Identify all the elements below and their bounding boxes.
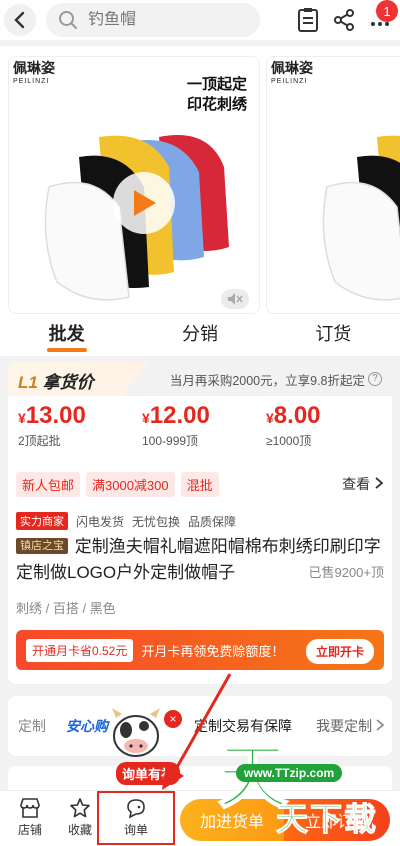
clipboard-icon	[298, 8, 318, 32]
customize-link-label: 我要定制	[316, 718, 373, 734]
purchase-mode-tabs: 批发 分销 订货	[0, 316, 400, 356]
price-value: 12.00	[149, 402, 210, 429]
clipboard-button[interactable]	[294, 6, 322, 34]
service-item: 闪电发货	[76, 514, 125, 529]
price-range: 2顶起批	[18, 434, 61, 448]
shop-button[interactable]: 店铺	[8, 797, 52, 838]
brand-logo: 佩琳姿 PEILINZI	[271, 61, 313, 89]
price-tier: ¥12.00 100-999顶	[142, 402, 210, 449]
promo-tags: 新人包邮 满3000减300 混批	[16, 472, 219, 497]
product-image-carousel[interactable]: 佩琳姿 PEILINZI 一顶起定 印花刺绣 佩琳姿 PEILINZI	[0, 46, 400, 318]
chevron-left-icon	[14, 11, 25, 29]
product-hats-image	[322, 135, 400, 301]
tier-level-code: L1	[18, 373, 38, 392]
price-tier: ¥8.00 ≥1000顶	[266, 402, 321, 449]
service-badges: 实力商家 闪电发货 无忧包换 品质保障	[16, 512, 236, 530]
sold-count: 已售9200+顶	[308, 565, 384, 580]
currency-symbol: ¥	[18, 410, 26, 426]
brand-name-en: PEILINZI	[271, 78, 308, 85]
promo-line-2: 印花刺绣	[186, 96, 247, 113]
price-tier: ¥13.00 2顶起批	[18, 402, 86, 449]
search-icon	[59, 11, 77, 29]
tab-wholesale[interactable]: 批发	[0, 316, 133, 356]
help-icon[interactable]: ?	[368, 372, 382, 386]
carousel-slide[interactable]: 佩琳姿 PEILINZI 一顶起定 印花刺绣	[8, 56, 260, 314]
service-item: 品质保障	[188, 514, 237, 529]
notification-badge: 1	[376, 0, 398, 22]
search-box[interactable]	[46, 3, 260, 37]
customize-link[interactable]: 我要定制	[316, 716, 385, 736]
price-amount: ¥13.00	[18, 402, 86, 430]
tab-order[interactable]: 订货	[267, 316, 400, 356]
tier-header: L1 拿货价 当月再采购2000元，立享9.8折起定 ?	[8, 362, 392, 396]
merchant-badge: 实力商家	[16, 512, 68, 530]
mute-button[interactable]	[221, 289, 249, 309]
currency-symbol: ¥	[142, 410, 150, 426]
chevron-right-icon	[376, 719, 385, 731]
view-more-link[interactable]: 查看	[342, 474, 384, 494]
product-attributes: 刺绣 / 百搭 / 黑色	[16, 601, 116, 616]
promo-tag: 混批	[180, 472, 219, 497]
play-video-button[interactable]	[113, 172, 175, 234]
open-card-button[interactable]: 立即开卡	[305, 639, 374, 664]
customize-label: 定制	[18, 718, 46, 734]
price-amount: ¥8.00	[266, 402, 321, 430]
promo-tag: 满3000减300	[86, 472, 175, 497]
store-icon	[20, 798, 40, 818]
tier-promo-text: 当月再采购2000元，立享9.8折起定	[169, 373, 365, 388]
back-button[interactable]	[4, 4, 36, 36]
watermark-text: 天下载	[275, 801, 379, 838]
promo-line-1: 一顶起定	[186, 76, 247, 93]
tier-promo[interactable]: 当月再采购2000元，立享9.8折起定 ?	[122, 362, 392, 396]
member-card-banner[interactable]: 开通月卡省0.52元 开月卡再领免费赊额度！ 立即开卡	[16, 630, 384, 670]
price-tiers: ¥13.00 2顶起批 ¥12.00 100-999顶 ¥8.00 ≥1000顶	[8, 396, 392, 454]
watermark-url: www.TTzip.com	[236, 764, 343, 782]
member-chip: 开通月卡省0.52元	[26, 638, 134, 662]
star-icon	[70, 798, 90, 818]
search-input[interactable]	[88, 11, 238, 29]
tier-level: L1 拿货价	[18, 368, 94, 393]
service-item: 无忧包换	[132, 514, 181, 529]
view-more-label: 查看	[342, 476, 371, 492]
inquiry-label: 询单	[123, 823, 148, 837]
price-value: 13.00	[25, 402, 86, 429]
currency-symbol: ¥	[266, 410, 274, 426]
price-range: 100-999顶	[142, 434, 199, 448]
chevron-right-icon	[375, 477, 384, 489]
shop-label: 店铺	[17, 823, 42, 837]
brand-name-cn: 佩琳姿	[271, 60, 313, 76]
brand-name-en: PEILINZI	[13, 78, 50, 85]
carousel-slide[interactable]: 佩琳姿 PEILINZI	[266, 56, 400, 314]
chat-bubble-icon	[127, 799, 145, 819]
favorite-label: 收藏	[67, 823, 92, 837]
member-text: 开月卡再领免费赊额度！	[141, 643, 285, 659]
mute-icon	[228, 293, 243, 305]
favorite-button[interactable]: 收藏	[58, 797, 102, 838]
share-icon	[334, 9, 354, 31]
promo-tag: 新人包邮	[16, 472, 81, 497]
share-button[interactable]	[330, 6, 358, 34]
secure-purchase-logo: 安心购	[66, 718, 108, 734]
tier-level-label: 拿货价	[42, 373, 94, 392]
top-bar: 1	[0, 0, 400, 40]
price-value: 8.00	[273, 402, 321, 429]
inquiry-button[interactable]: 询单	[114, 797, 158, 838]
tab-distribution[interactable]: 分销	[133, 316, 266, 356]
price-amount: ¥12.00	[142, 402, 210, 430]
promo-title: 一顶起定 印花刺绣	[187, 75, 247, 115]
brand-logo: 佩琳姿 PEILINZI	[13, 61, 55, 89]
brand-name-cn: 佩琳姿	[13, 60, 55, 76]
price-range: ≥1000顶	[266, 434, 312, 448]
play-icon	[134, 190, 156, 216]
store-badge: 镇店之宝	[16, 538, 68, 554]
price-card: L1 拿货价 当月再采购2000元，立享9.8折起定 ? ¥13.00 2顶起批…	[8, 362, 392, 684]
